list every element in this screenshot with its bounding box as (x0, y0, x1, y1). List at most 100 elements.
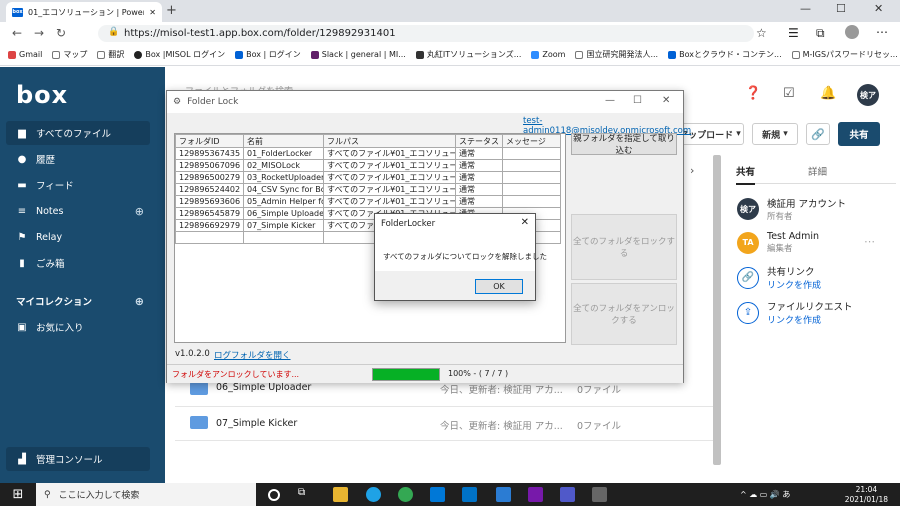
table-cell[interactable] (502, 183, 561, 196)
bookmark-item[interactable]: Slack | general | MI... (310, 50, 406, 59)
create-request-link[interactable]: リンクを作成 (767, 313, 853, 326)
collections-icon[interactable]: ⧉ (816, 26, 825, 41)
table-cell[interactable] (243, 231, 324, 244)
favorites-icon[interactable]: ☰ (788, 26, 799, 40)
close-icon[interactable]: ✕ (521, 217, 529, 228)
tab-details[interactable]: 詳細 (808, 164, 827, 178)
nav-admin-console[interactable]: ▟ 管理コンソール (6, 447, 150, 471)
close-window-icon[interactable]: ✕ (874, 2, 883, 15)
create-link[interactable]: リンクを作成 (767, 278, 821, 291)
file-request-section[interactable]: ⇪ ファイルリクエスト リンクを作成 (737, 299, 853, 326)
cortana-icon[interactable] (268, 489, 280, 501)
table-cell[interactable]: 通常 (455, 183, 503, 196)
nav-my-collections[interactable]: マイコレクション ⊕ (6, 289, 150, 313)
edge-icon[interactable] (366, 487, 381, 502)
tasks-icon[interactable]: ☑ (783, 86, 795, 101)
bookmark-item[interactable]: Zoom (531, 50, 565, 59)
table-cell[interactable]: 通常 (455, 171, 503, 184)
notifications-icon[interactable]: 🔔 (820, 86, 836, 101)
nav-notes[interactable]: ≡ Notes ⊕ (6, 199, 150, 223)
copy-link-icon[interactable]: 🔗 (806, 123, 830, 145)
table-row[interactable]: 129895067096 02_MISOLock すべてのファイル¥01_エコソリュ… (175, 159, 561, 172)
table-cell[interactable]: 03_RocketUploader (243, 171, 324, 184)
bookmark-item[interactable]: 丸紅ITソリューションズ... (415, 49, 521, 60)
bookmark-item[interactable]: Boxとクラウド・コンテン... (668, 49, 782, 60)
table-cell[interactable]: 02_MISOLock (243, 159, 324, 172)
nav-feed[interactable]: ▬ フィード (6, 173, 150, 197)
new-tab-icon[interactable]: + (166, 3, 177, 18)
close-tab-icon[interactable]: ✕ (149, 8, 156, 17)
column-header[interactable]: フォルダID (175, 134, 244, 148)
table-row[interactable]: 129896500279 03_RocketUploader すべてのファイル¥01… (175, 171, 561, 184)
chevron-right-icon[interactable]: › (690, 164, 694, 177)
column-header[interactable]: メッセージ (502, 134, 561, 148)
table-cell[interactable]: 05_Admin Helper for (243, 195, 324, 208)
lock-all-button[interactable]: 全てのフォルダをロックする (571, 214, 677, 280)
browser-tab[interactable]: box 01_エコソリューション | Powered by Box ✕ (6, 2, 162, 22)
help-icon[interactable]: ❓ (745, 86, 761, 101)
table-cell[interactable]: 通常 (455, 159, 503, 172)
import-parent-folder-button[interactable]: 親フォルダを指定して取り込む (571, 133, 677, 156)
back-icon[interactable]: ← (6, 26, 28, 40)
table-cell[interactable]: 129896500279 (175, 171, 244, 184)
maximize-icon[interactable]: ☐ (836, 2, 846, 15)
bookmark-item[interactable]: マップ (52, 49, 87, 60)
table-cell[interactable] (175, 231, 244, 244)
task-view-icon[interactable]: ⧉ (298, 487, 313, 502)
windows-start-icon[interactable]: ⊞ (0, 487, 36, 502)
forward-icon[interactable]: → (28, 26, 50, 40)
table-cell[interactable]: 通常 (455, 195, 503, 208)
minimize-icon[interactable]: — (605, 95, 615, 106)
ie-icon[interactable] (430, 487, 445, 502)
table-row[interactable]: 129896524402 04_CSV Sync for Box すべてのファイル¥… (175, 183, 561, 196)
column-header[interactable]: ステータス (455, 134, 503, 148)
open-log-folder-link[interactable]: ログフォルダを開く (214, 349, 291, 361)
table-cell[interactable]: すべてのファイル¥01_エコソリューション¥04 (323, 183, 456, 196)
onenote-icon[interactable] (528, 487, 543, 502)
share-button[interactable]: 共有 (838, 122, 880, 146)
folderlock-app-icon[interactable] (592, 487, 607, 502)
table-cell[interactable] (502, 147, 561, 160)
reload-icon[interactable]: ↻ (50, 26, 72, 40)
column-header[interactable]: フルパス (323, 134, 456, 148)
table-cell[interactable]: 通常 (455, 147, 503, 160)
outlook-icon[interactable] (462, 487, 477, 502)
nav-favorites[interactable]: ▣ お気に入り (6, 315, 150, 339)
tab-share[interactable]: 共有 (736, 164, 756, 185)
ok-button[interactable]: OK (475, 279, 523, 294)
table-cell[interactable]: すべてのファイル¥01_エコソリューション¥05 (323, 195, 456, 208)
table-row[interactable]: 129895367435 01_FolderLocker すべてのファイル¥01_エ… (175, 147, 561, 160)
file-name[interactable]: 06_Simple Uploader (216, 382, 311, 393)
bookmark-item[interactable]: M-IGSパスワードリセッ... (791, 49, 898, 60)
table-cell[interactable] (502, 195, 561, 208)
bookmark-item[interactable]: Box |MISOL ログイン (134, 49, 225, 60)
table-cell[interactable]: 07_Simple Kicker (243, 219, 324, 232)
nav-relay[interactable]: ⚑ Relay (6, 225, 150, 249)
table-cell[interactable]: 129896524402 (175, 183, 244, 196)
new-button[interactable]: 新規 ▾ (752, 123, 798, 145)
minimize-icon[interactable]: — (800, 2, 811, 15)
taskbar-search[interactable]: ⚲ ここに入力して検索 (36, 483, 256, 506)
profile-icon[interactable] (845, 25, 859, 39)
table-cell[interactable] (502, 171, 561, 184)
table-cell[interactable]: 06_Simple Uploader (243, 207, 324, 220)
unlock-all-button[interactable]: 全てのフォルダをアンロックする (571, 283, 677, 345)
scrollbar[interactable] (713, 155, 721, 465)
add-collection-icon[interactable]: ⊕ (135, 295, 144, 308)
close-icon[interactable]: ✕ (662, 95, 670, 106)
bookmark-item[interactable]: Box | ログイン (235, 49, 301, 60)
more-options-icon[interactable]: ⋯ (864, 235, 875, 248)
table-cell[interactable]: 129896692979 (175, 219, 244, 232)
table-cell[interactable]: 129895367435 (175, 147, 244, 160)
nav-all-files[interactable]: ▆ すべてのファイル (6, 121, 150, 145)
table-cell[interactable]: 01_FolderLocker (243, 147, 324, 160)
table-cell[interactable]: すべてのファイル¥01_エコソリューション¥03 (323, 171, 456, 184)
chrome-icon[interactable] (398, 487, 413, 502)
bookmark-item[interactable]: 国立研究開発法人... (575, 49, 658, 60)
box-logo[interactable]: box (16, 81, 68, 109)
star-icon[interactable]: ☆ (756, 26, 767, 40)
table-row[interactable]: 129895693606 05_Admin Helper for すべてのファイル¥… (175, 195, 561, 208)
url-input[interactable]: 🔒 https://misol-test1.app.box.com/folder/… (98, 25, 754, 42)
column-header[interactable]: 名前 (243, 134, 324, 148)
bookmark-item[interactable]: 翻訳 (97, 49, 124, 60)
